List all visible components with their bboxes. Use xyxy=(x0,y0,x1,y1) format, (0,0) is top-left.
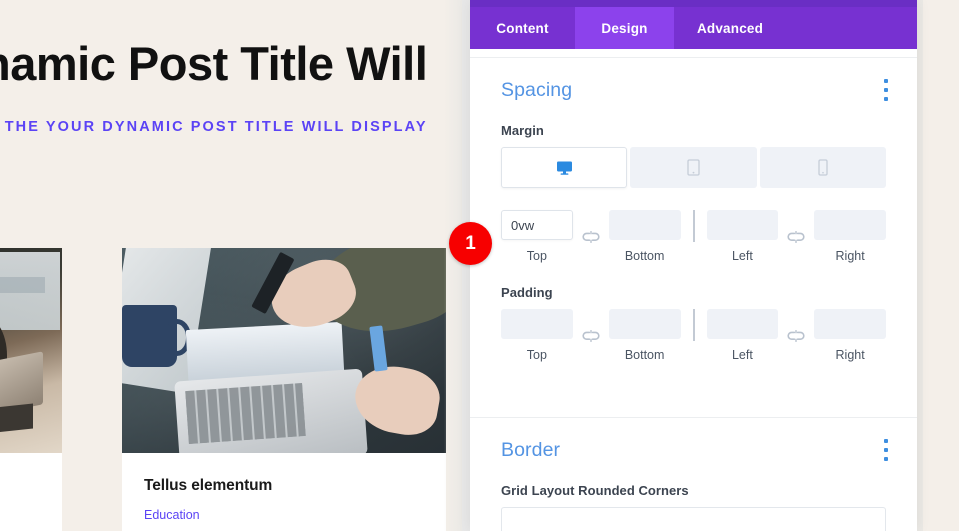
padding-bottom-caption: Bottom xyxy=(624,348,665,362)
page-subtitle: N THE YOUR DYNAMIC POST TITLE WILL DISPL… xyxy=(0,119,428,135)
padding-top-cell: Top xyxy=(501,309,573,362)
margin-horizontal-broken-link-icon[interactable] xyxy=(778,222,814,252)
margin-right-input[interactable] xyxy=(814,210,886,240)
post-card-body: Tellus elementum Education xyxy=(122,453,446,522)
kebab-menu-icon[interactable] xyxy=(878,439,894,461)
padding-top-input[interactable] xyxy=(501,309,573,339)
padding-left-cell: Left xyxy=(706,309,779,362)
cafe-laptop-photo xyxy=(0,248,62,453)
padding-bottom-input[interactable] xyxy=(608,309,681,339)
margin-left-cell: Left xyxy=(706,210,779,263)
desktop-icon xyxy=(556,160,573,176)
margin-bottom-cell: Bottom xyxy=(608,210,681,263)
spacing-section-header: Spacing xyxy=(470,57,917,123)
post-card-image xyxy=(122,248,446,453)
post-card-title: Tellus elementum xyxy=(144,477,273,494)
tablet-icon xyxy=(687,159,700,176)
margin-label: Margin xyxy=(501,123,544,138)
padding-bottom-cell: Bottom xyxy=(608,309,681,362)
post-card[interactable]: Tellus elementum Education xyxy=(122,248,446,531)
padding-right-input[interactable] xyxy=(814,309,886,339)
padding-left-input[interactable] xyxy=(706,309,779,339)
margin-horizontal-pair: Left Right xyxy=(706,210,886,263)
padding-inputs: Top Bottom Left Right xyxy=(501,309,886,362)
spacing-section-title: Spacing xyxy=(501,78,573,101)
post-card-category[interactable]: Education xyxy=(144,508,424,522)
section-spacing: Spacing Margin 0vw Top Bottom Left Right… xyxy=(470,57,917,377)
padding-label: Padding xyxy=(501,285,553,300)
rounded-corners-label: Grid Layout Rounded Corners xyxy=(501,483,689,498)
post-card-image xyxy=(0,248,62,453)
device-preview-toggle xyxy=(501,147,886,188)
post-card[interactable] xyxy=(0,248,62,531)
rounded-corners-field-group: Grid Layout Rounded Corners xyxy=(470,483,917,531)
device-toggle-phone[interactable] xyxy=(759,147,886,188)
post-card-body xyxy=(0,453,62,477)
padding-horizontal-pair: Left Right xyxy=(706,309,886,362)
margin-vertical-pair: Top Bottom xyxy=(501,210,681,263)
margin-left-caption: Left xyxy=(731,249,753,263)
phone-icon xyxy=(818,159,828,176)
padding-right-caption: Right xyxy=(835,348,865,362)
margin-right-cell: Right xyxy=(814,210,886,263)
desk-writing-photo xyxy=(122,248,446,453)
section-border: Border Grid Layout Rounded Corners xyxy=(470,417,917,531)
panel-right-rail xyxy=(917,0,923,531)
tab-content[interactable]: Content xyxy=(470,7,575,49)
settings-panel: Content Design Advanced Spacing Margin 0… xyxy=(470,0,917,531)
padding-left-caption: Left xyxy=(731,348,753,362)
device-toggle-desktop[interactable] xyxy=(501,147,628,188)
padding-top-caption: Top xyxy=(526,348,547,362)
margin-field-group: Margin 0vw Top Bottom Left Right Padding… xyxy=(470,123,917,362)
page-title: namic Post Title Will xyxy=(0,37,428,90)
margin-vertical-broken-link-icon[interactable] xyxy=(573,222,609,252)
rounded-corners-input[interactable] xyxy=(501,507,886,531)
panel-tab-bar: Content Design Advanced xyxy=(470,7,917,49)
border-section-header: Border xyxy=(470,417,917,483)
padding-horizontal-broken-link-icon[interactable] xyxy=(778,321,814,351)
device-toggle-tablet[interactable] xyxy=(630,147,757,188)
kebab-menu-icon[interactable] xyxy=(878,79,894,101)
margin-right-caption: Right xyxy=(835,249,865,263)
padding-vertical-pair: Top Bottom xyxy=(501,309,681,362)
tab-advanced[interactable]: Advanced xyxy=(674,7,786,49)
margin-left-input[interactable] xyxy=(706,210,779,240)
tab-design[interactable]: Design xyxy=(575,7,674,49)
margin-bottom-input[interactable] xyxy=(608,210,681,240)
screenshot-root: namic Post Title Will N THE YOUR DYNAMIC… xyxy=(0,0,959,531)
step-badge-1: 1 xyxy=(449,222,492,265)
margin-top-caption: Top xyxy=(526,249,547,263)
padding-divider xyxy=(692,309,695,341)
margin-inputs: Top Bottom xyxy=(501,210,886,263)
panel-top-strip xyxy=(470,0,917,7)
margin-bottom-caption: Bottom xyxy=(624,249,665,263)
margin-top-cell: Top xyxy=(501,210,573,263)
panel-body: Spacing Margin 0vw Top Bottom Left Right… xyxy=(470,49,917,531)
border-section-title: Border xyxy=(501,438,561,461)
margin-divider xyxy=(692,210,695,242)
padding-right-cell: Right xyxy=(814,309,886,362)
padding-vertical-broken-link-icon[interactable] xyxy=(573,321,609,351)
margin-top-input[interactable] xyxy=(501,210,573,240)
panel-left-rail xyxy=(462,0,470,531)
